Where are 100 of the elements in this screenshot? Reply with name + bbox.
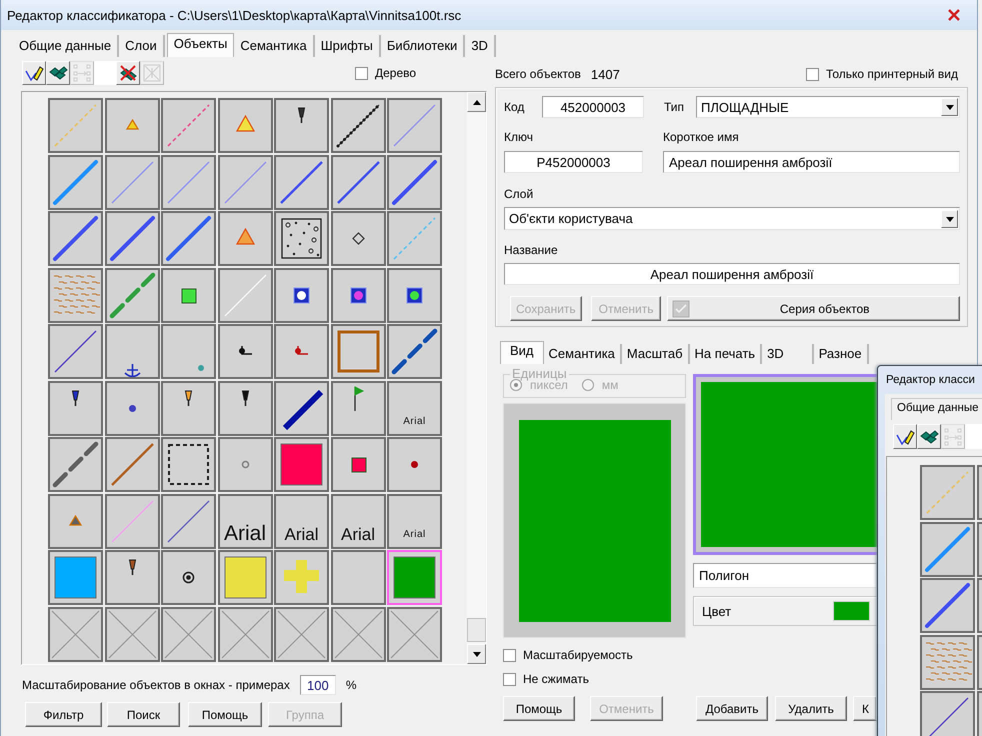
symbol-tile[interactable] — [104, 154, 160, 210]
layer-dropdown[interactable]: Об'єкти користувача — [504, 207, 960, 230]
symbol-tile[interactable] — [48, 268, 103, 322]
symbol-tile[interactable] — [330, 98, 386, 153]
scale-field[interactable]: 100 — [300, 675, 336, 695]
tab[interactable]: Объекты — [166, 33, 234, 57]
symbol-tile[interactable]: Arial — [330, 494, 386, 548]
checkbox[interactable] — [806, 68, 819, 80]
tab[interactable]: Семантика — [544, 344, 622, 364]
symbol-tile[interactable] — [218, 324, 272, 379]
tab[interactable]: 3D — [762, 344, 814, 364]
scroll-up-button[interactable] — [467, 92, 486, 112]
symbol-tile[interactable] — [161, 324, 216, 379]
checkbox[interactable] — [503, 672, 516, 686]
tab[interactable]: Общие данные — [13, 35, 120, 57]
search-button[interactable]: Поиск — [107, 702, 180, 727]
symbol-tile[interactable] — [161, 98, 216, 153]
symbol-tile[interactable] — [48, 324, 103, 379]
symbol-tile[interactable] — [330, 154, 386, 210]
tab[interactable]: 3D — [465, 35, 496, 57]
symbol-tile[interactable] — [387, 98, 442, 153]
symbol-tile[interactable] — [161, 494, 216, 548]
symbol-tile[interactable] — [330, 380, 386, 436]
button[interactable]: К — [853, 696, 877, 721]
symbol-tile[interactable] — [104, 98, 160, 153]
tab[interactable]: Слои — [119, 35, 165, 57]
tab[interactable]: Вид — [500, 341, 544, 364]
color-swatch[interactable] — [833, 601, 870, 621]
filter-button[interactable]: Фильтр — [25, 702, 102, 727]
symbol-tile[interactable] — [161, 437, 216, 492]
symbol-tile[interactable] — [330, 211, 386, 266]
symbol-tile[interactable] — [274, 98, 329, 153]
symbol-tile[interactable] — [104, 324, 160, 379]
scrollbar-thumb[interactable] — [467, 618, 486, 642]
symbol-tile[interactable] — [274, 324, 329, 379]
symbol-tile[interactable] — [330, 268, 386, 322]
symbol-tile[interactable] — [218, 550, 272, 605]
symbol-tile[interactable] — [274, 211, 329, 266]
checkbox[interactable] — [503, 648, 516, 662]
symbol-tile[interactable] — [161, 606, 216, 662]
dropdown-button[interactable] — [941, 98, 958, 116]
symbol-tile[interactable] — [218, 211, 272, 266]
symbol-tile[interactable] — [387, 550, 442, 605]
help-button[interactable]: Помощь — [503, 696, 575, 721]
checkbox[interactable] — [355, 66, 368, 80]
symbol-tile[interactable] — [330, 324, 386, 379]
name-field[interactable]: Ареал поширення амброзії — [504, 263, 960, 285]
code-field[interactable]: 452000003 — [542, 96, 644, 118]
symbol-tile[interactable] — [274, 380, 329, 436]
symbol-tile[interactable] — [387, 268, 442, 322]
symbol-tile[interactable] — [48, 380, 103, 436]
scroll-down-button[interactable] — [467, 644, 486, 664]
symbol-tile[interactable] — [274, 606, 329, 662]
symbol-tile[interactable] — [218, 380, 272, 436]
symbol-tile[interactable]: Arial — [387, 380, 442, 436]
symbol-tile[interactable] — [330, 437, 386, 492]
symbol-tile[interactable] — [387, 606, 442, 662]
symbol-tile[interactable] — [274, 154, 329, 210]
tab[interactable]: На печать — [690, 344, 762, 364]
tab[interactable]: Общие данные — [891, 398, 982, 420]
symbol-tile[interactable] — [48, 606, 103, 662]
symbol-tile[interactable] — [161, 154, 216, 210]
tab[interactable]: Семантика — [234, 35, 315, 57]
symbol-tile[interactable] — [218, 437, 272, 492]
tab[interactable]: Шрифты — [314, 35, 381, 57]
tab[interactable]: Масштаб — [622, 344, 690, 364]
symbol-tile[interactable] — [161, 550, 216, 605]
shape-field[interactable]: Полигон — [693, 563, 877, 588]
dropdown-button[interactable] — [941, 210, 958, 228]
symbol-tile[interactable] — [330, 606, 386, 662]
symbol-tile[interactable] — [218, 98, 272, 153]
add-button[interactable]: Добавить — [696, 696, 768, 721]
symbol-tile[interactable] — [274, 550, 329, 605]
symbol-tile[interactable] — [387, 211, 442, 266]
symbol-tile[interactable] — [274, 437, 329, 492]
symbol-tile[interactable] — [48, 98, 103, 153]
symbol-tile[interactable]: Arial — [274, 494, 329, 548]
short-name-field[interactable]: Ареал поширення амброзії — [663, 151, 960, 173]
symbol-tile[interactable]: Arial — [218, 494, 272, 548]
symbol-tile[interactable] — [920, 691, 975, 736]
symbol-tile[interactable] — [48, 550, 103, 605]
symbol-tile[interactable] — [920, 634, 975, 690]
symbol-tile[interactable] — [104, 380, 160, 436]
key-field[interactable]: P452000003 — [504, 151, 643, 173]
symbol-tile[interactable] — [218, 268, 272, 322]
type-dropdown[interactable]: ПЛОЩАДНЫЕ — [696, 96, 960, 118]
symbol-tile[interactable] — [104, 550, 160, 605]
symbol-tile[interactable] — [920, 465, 975, 520]
tab[interactable]: Библиотеки — [380, 35, 466, 57]
symbol-tile[interactable]: Arial — [387, 494, 442, 548]
tab[interactable]: Разное — [814, 344, 869, 364]
symbol-tile[interactable] — [161, 268, 216, 322]
symbol-tile[interactable] — [274, 268, 329, 322]
symbol-tile[interactable] — [218, 154, 272, 210]
help-button[interactable]: Помощь — [188, 702, 262, 727]
symbol-tile[interactable] — [218, 606, 272, 662]
symbol-tile[interactable] — [48, 494, 103, 548]
delete-button[interactable]: Удалить — [775, 696, 847, 721]
symbol-tile[interactable] — [104, 437, 160, 492]
symbol-tile[interactable] — [104, 494, 160, 548]
